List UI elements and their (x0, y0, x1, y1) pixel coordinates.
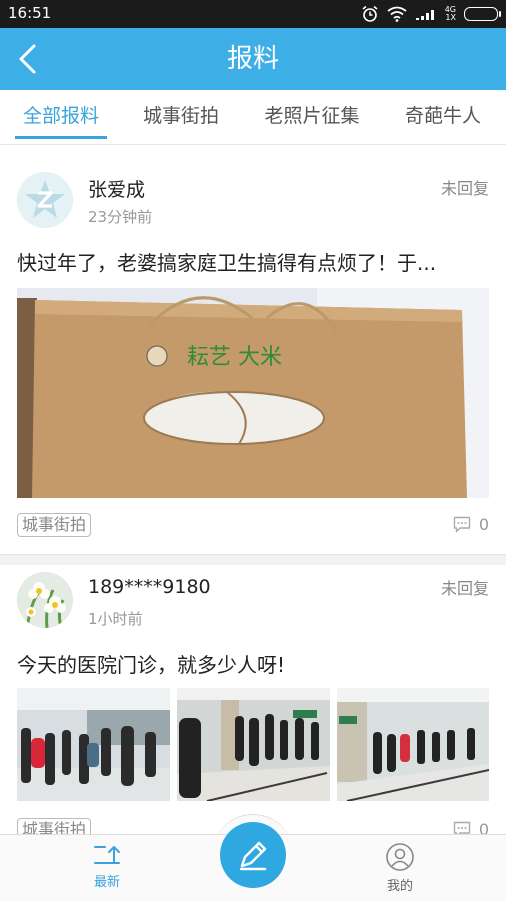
signal-icon (415, 10, 434, 20)
post-tag[interactable]: 城事街拍 (17, 818, 92, 834)
reply-status: 未回复 (440, 579, 489, 598)
hospital-hall-photo (337, 688, 489, 801)
hospital-crowd-photo (17, 688, 170, 801)
post-text[interactable]: 快过年了，老婆搞家庭卫生搞得有点烦了！于... (17, 247, 489, 276)
compose-button[interactable] (220, 822, 286, 888)
rice-box-brand-text: 耘艺 大米 (187, 345, 282, 370)
pencil-icon (239, 841, 267, 871)
battery-icon (464, 7, 501, 21)
post-image-3[interactable] (337, 688, 489, 801)
comment-count[interactable]: 0 (453, 515, 489, 534)
post-divider (0, 554, 506, 565)
status-bar: 16:51 4G 1X (0, 0, 506, 28)
avatar[interactable] (17, 572, 73, 628)
post-tag[interactable]: 城事街拍 (17, 513, 92, 537)
tab-weird-people[interactable]: 奇葩牛人 (395, 90, 491, 144)
page-title: 报料 (226, 44, 279, 74)
post-image-2[interactable] (177, 688, 330, 801)
hospital-corridor-photo (177, 688, 330, 801)
post-time: 23分钟前 (88, 208, 153, 226)
comment-icon (453, 516, 471, 533)
tab-old-photos[interactable]: 老照片征集 (253, 90, 371, 144)
wifi-icon (387, 6, 407, 22)
post-card[interactable]: 189****9180 1小时前 未回复 今天的医院门诊，就多少人呀! 城事街拍… (0, 565, 506, 834)
post-username[interactable]: 189****9180 (88, 576, 211, 598)
comment-count[interactable]: 0 (453, 820, 489, 834)
rice-box-photo: 耘艺 大米 (17, 288, 489, 498)
nav-latest[interactable]: 最新 (77, 843, 137, 890)
comment-count-value: 0 (478, 515, 489, 534)
nav-mine-label: 我的 (386, 879, 413, 894)
post-time: 1小时前 (88, 610, 143, 628)
network-type: 4G 1X (445, 6, 456, 22)
user-icon (386, 843, 414, 871)
comment-count-value: 0 (478, 820, 489, 834)
app-bar: 报料 (0, 28, 506, 90)
alarm-icon (362, 5, 378, 22)
nav-mine[interactable]: 我的 (370, 843, 430, 894)
nav-latest-label: 最新 (93, 875, 120, 890)
latest-icon (94, 846, 120, 864)
post-feed[interactable]: 张爱成 23分钟前 未回复 快过年了，老婆搞家庭卫生搞得有点烦了！于... 耘艺… (0, 145, 506, 834)
post-card[interactable]: 张爱成 23分钟前 未回复 快过年了，老婆搞家庭卫生搞得有点烦了！于... 耘艺… (0, 145, 506, 555)
default-avatar-icon (17, 172, 73, 228)
status-time: 16:51 (8, 4, 52, 22)
comment-icon (453, 821, 471, 834)
active-tab-indicator (15, 136, 107, 139)
network-1x-label: 1X (445, 13, 456, 22)
tab-street-snap[interactable]: 城事街拍 (133, 90, 229, 144)
post-username[interactable]: 张爱成 (88, 175, 145, 202)
post-image-1[interactable] (17, 688, 170, 801)
reply-status: 未回复 (440, 179, 489, 198)
post-text[interactable]: 今天的医院门诊，就多少人呀! (17, 649, 489, 678)
avatar[interactable] (17, 172, 73, 228)
status-icons: 4G 1X (361, 5, 501, 23)
daffodil-avatar-image (17, 572, 73, 628)
post-image-rice-box[interactable]: 耘艺 大米 (17, 288, 489, 498)
